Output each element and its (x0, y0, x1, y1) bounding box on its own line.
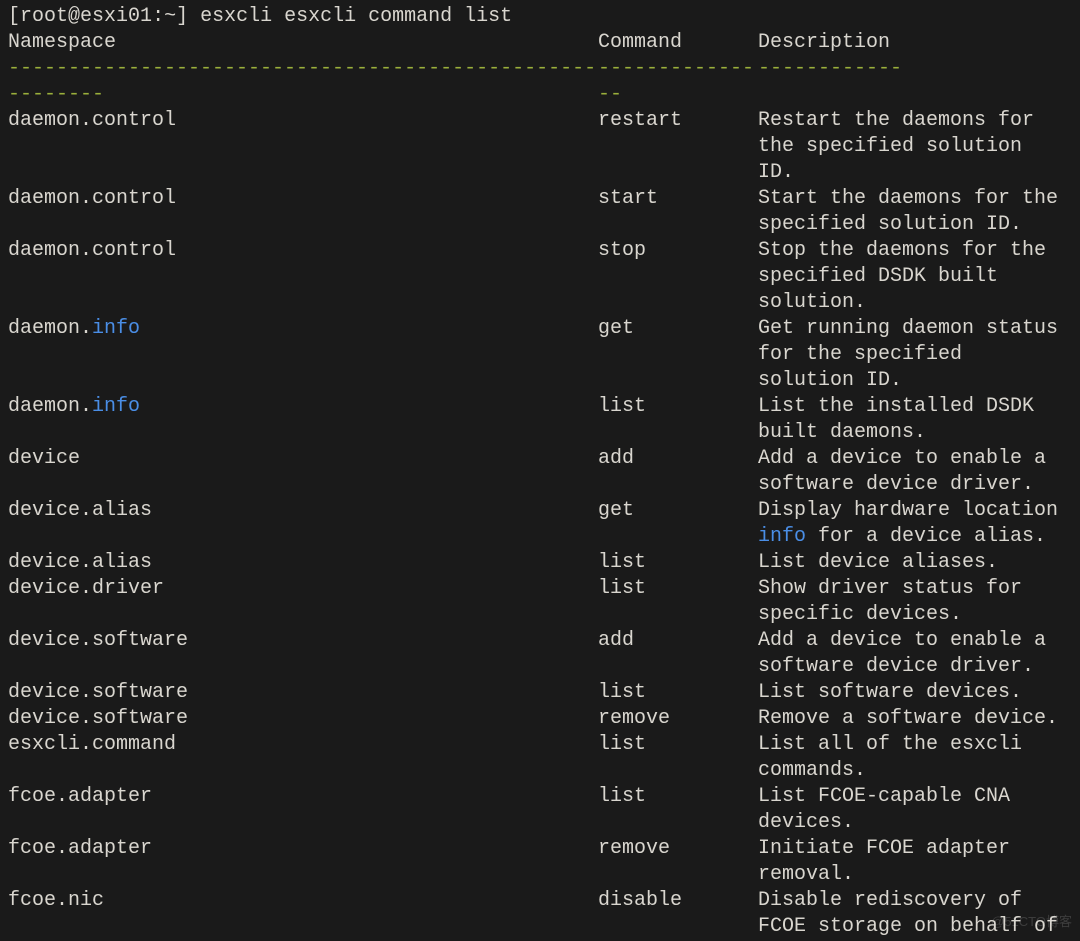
table-row: daemon.controlrestartRestart the daemons… (8, 108, 1072, 186)
table-row: fcoe.adapterlistList FCOE-capable CNA de… (8, 784, 1072, 836)
table-row: device.aliasgetDisplay hardware location… (8, 498, 1072, 550)
table-row: device.driverlistShow driver status for … (8, 576, 1072, 628)
separator-namespace: ----------------------------------------… (8, 56, 598, 108)
table-row: device.softwareremoveRemove a software d… (8, 706, 1072, 732)
table-row: device.softwareaddAdd a device to enable… (8, 628, 1072, 680)
header-namespace: Namespace (8, 30, 598, 56)
cell-description: Stop the daemons for the specified DSDK … (758, 238, 1072, 316)
table-separator-row: ----------------------------------------… (8, 56, 1072, 108)
cell-command: start (598, 186, 758, 212)
cell-namespace: fcoe.adapter (8, 836, 598, 862)
cell-command: disable (598, 888, 758, 914)
cell-namespace: daemon.info (8, 394, 598, 420)
cell-namespace: device.alias (8, 498, 598, 524)
cell-description: Initiate FCOE adapter removal. (758, 836, 1072, 888)
header-description: Description (758, 30, 1072, 56)
cell-description: Get running daemon status for the specif… (758, 316, 1072, 394)
prompt-line: [root@esxi01:~] esxcli esxcli command li… (8, 4, 1072, 30)
table-row: daemon.infogetGet running daemon status … (8, 316, 1072, 394)
separator-command: --------------- (598, 56, 758, 108)
cell-command: get (598, 498, 758, 524)
cell-namespace: device.driver (8, 576, 598, 602)
cell-namespace: daemon.info (8, 316, 598, 342)
cell-namespace: device.software (8, 680, 598, 706)
table-row: daemon.infolistList the installed DSDK b… (8, 394, 1072, 446)
cell-description: Restart the daemons for the specified so… (758, 108, 1072, 186)
cell-description: Add a device to enable a software device… (758, 628, 1072, 680)
cell-command: remove (598, 836, 758, 862)
cell-command: list (598, 576, 758, 602)
table-header-row: Namespace Command Description (8, 30, 1072, 56)
cell-namespace: device.alias (8, 550, 598, 576)
cell-command: list (598, 732, 758, 758)
cell-description: Show driver status for specific devices. (758, 576, 1072, 628)
namespace-highlight: info (92, 317, 140, 340)
cell-namespace: daemon.control (8, 108, 598, 134)
cell-description: List device aliases. (758, 550, 1072, 576)
cell-namespace: device.software (8, 706, 598, 732)
cell-command: list (598, 550, 758, 576)
header-command: Command (598, 30, 758, 56)
cell-namespace: fcoe.nic (8, 888, 598, 914)
terminal-output: [root@esxi01:~] esxcli esxcli command li… (0, 0, 1080, 941)
cell-description: Remove a software device. (758, 706, 1072, 732)
table-row: esxcli.commandlistList all of the esxcli… (8, 732, 1072, 784)
prompt-path: ~ (164, 5, 176, 28)
cell-namespace: fcoe.adapter (8, 784, 598, 810)
prompt-user: root (20, 5, 68, 28)
cell-description: List all of the esxcli commands. (758, 732, 1072, 784)
table-row: daemon.controlstopStop the daemons for t… (8, 238, 1072, 316)
cell-description: List software devices. (758, 680, 1072, 706)
entered-command: esxcli esxcli command list (200, 5, 512, 28)
prompt-open: [ (8, 5, 20, 28)
cell-namespace: device (8, 446, 598, 472)
cell-command: add (598, 446, 758, 472)
cell-description: Display hardware location info for a dev… (758, 498, 1072, 550)
cell-namespace: daemon.control (8, 186, 598, 212)
prompt-pathsep: : (152, 5, 164, 28)
prompt-close: ] (176, 5, 188, 28)
prompt-at: @ (68, 5, 80, 28)
table-body: daemon.controlrestartRestart the daemons… (8, 108, 1072, 941)
namespace-highlight: info (92, 395, 140, 418)
cell-command: add (598, 628, 758, 654)
cell-namespace: device.software (8, 628, 598, 654)
cell-description: List the installed DSDK built daemons. (758, 394, 1072, 446)
prompt-host: esxi01 (80, 5, 152, 28)
cell-command: stop (598, 238, 758, 264)
cell-command: list (598, 394, 758, 420)
table-row: deviceaddAdd a device to enable a softwa… (8, 446, 1072, 498)
cell-command: list (598, 680, 758, 706)
table-row: device.softwarelistList software devices… (8, 680, 1072, 706)
cell-command: list (598, 784, 758, 810)
cell-description: List FCOE-capable CNA devices. (758, 784, 1072, 836)
cell-description: Add a device to enable a software device… (758, 446, 1072, 498)
separator-description: ------------ (758, 56, 1072, 82)
cell-description: Disable rediscovery of FCOE storage on b… (758, 888, 1072, 941)
table-row: daemon.controlstartStart the daemons for… (8, 186, 1072, 238)
cell-description: Start the daemons for the specified solu… (758, 186, 1072, 238)
table-row: fcoe.nicdisableDisable rediscovery of FC… (8, 888, 1072, 941)
description-highlight: info (758, 525, 806, 548)
table-row: fcoe.adapterremoveInitiate FCOE adapter … (8, 836, 1072, 888)
table-row: device.aliaslistList device aliases. (8, 550, 1072, 576)
cell-namespace: daemon.control (8, 238, 598, 264)
cell-command: get (598, 316, 758, 342)
cell-command: restart (598, 108, 758, 134)
cell-command: remove (598, 706, 758, 732)
cell-namespace: esxcli.command (8, 732, 598, 758)
